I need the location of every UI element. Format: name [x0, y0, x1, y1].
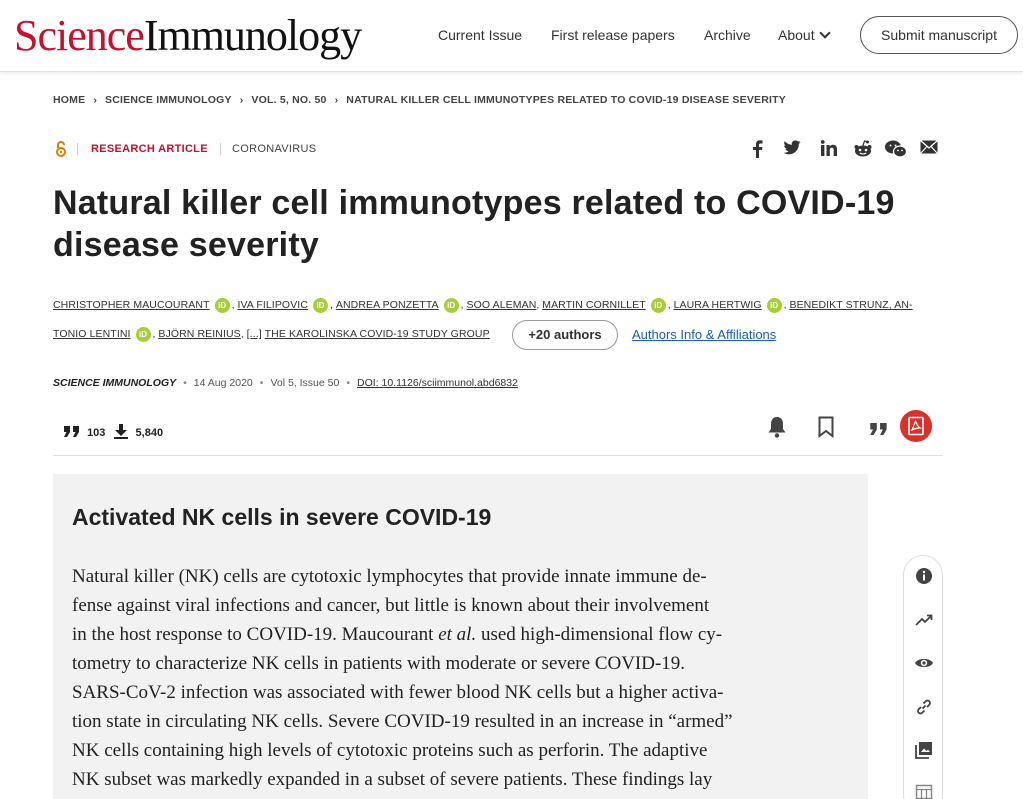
- orcid-icon[interactable]: iD: [766, 297, 782, 313]
- author-link[interactable]: CHRISTOPHER MAUCOURANT: [53, 299, 210, 311]
- downloads-count: 5,840: [135, 426, 164, 439]
- chevron-right-icon: ›: [334, 94, 339, 106]
- summary-line: in the host response to COVID-19. Maucou…: [72, 620, 857, 649]
- orcid-icon[interactable]: iD: [135, 326, 151, 342]
- editor-summary: Activated NK cells in severe COVID-19 Na…: [53, 474, 868, 799]
- email-icon[interactable]: [920, 140, 938, 154]
- chevron-right-icon: ›: [239, 94, 244, 106]
- summary-body: Natural killer (NK) cells are cytotoxic …: [72, 562, 857, 794]
- twitter-icon[interactable]: [783, 140, 801, 156]
- logo-immunology: Immunology: [143, 11, 362, 60]
- figures-icon[interactable]: [914, 740, 934, 760]
- breadcrumb-article: NATURAL KILLER CELL IMMUNOTYPES RELATED …: [346, 94, 786, 106]
- author-link[interactable]: TONIO LENTINI: [53, 328, 131, 340]
- volume-issue[interactable]: Vol 5, Issue 50: [270, 377, 339, 389]
- breadcrumb-home[interactable]: HOME: [53, 94, 85, 106]
- summary-text: used high-dimensional flow cy-: [476, 624, 723, 645]
- pub-date: 14 Aug 2020: [193, 377, 253, 389]
- table-icon[interactable]: [914, 782, 934, 799]
- open-access-icon: [55, 141, 67, 160]
- bookmark-icon[interactable]: [818, 416, 834, 443]
- nav-current-issue[interactable]: Current Issue: [438, 27, 522, 43]
- chevron-down-icon: [818, 27, 831, 39]
- author-link[interactable]: THE KAROLINSKA COVID-19 STUDY GROUP: [265, 328, 490, 340]
- nav-first-release[interactable]: First release papers: [551, 27, 675, 43]
- summary-line: NK subset was markedly expanded in a sub…: [72, 769, 713, 790]
- author-link[interactable]: BENEDIKT STRUNZ, AN-: [789, 299, 912, 311]
- separator-dot: •: [183, 377, 187, 389]
- summary-line: fense against viral infections and cance…: [72, 595, 710, 616]
- eye-icon[interactable]: [914, 653, 934, 673]
- author-link[interactable]: ANDREA PONZETTA: [336, 299, 439, 311]
- article-metrics: 103 5,840: [64, 424, 163, 442]
- summary-line: SARS-CoV-2 infection was associated with…: [72, 682, 724, 703]
- bell-icon[interactable]: [767, 416, 787, 443]
- journal-name[interactable]: SCIENCE IMMUNOLOGY: [53, 377, 176, 389]
- citations-icon: [64, 426, 80, 440]
- separator-dot: •: [346, 377, 351, 389]
- summary-heading: Activated NK cells in severe COVID-19: [72, 504, 492, 530]
- side-tool-rail: [903, 555, 943, 799]
- orcid-icon[interactable]: iD: [443, 297, 459, 313]
- chevron-right-icon: ›: [93, 94, 98, 106]
- breadcrumb-issue[interactable]: VOL. 5, NO. 50: [251, 94, 326, 106]
- download-icon: [114, 424, 129, 442]
- link-icon[interactable]: [914, 697, 934, 717]
- summary-text: in the host response to COVID-19. Maucou…: [72, 624, 439, 645]
- orcid-icon[interactable]: iD: [650, 297, 666, 313]
- article-title-line1: Natural killer cell immunotypes related …: [53, 184, 895, 222]
- doi-link[interactable]: DOI: 10.1126/sciimmunol.abd6832: [357, 377, 518, 389]
- linkedin-icon[interactable]: [821, 140, 837, 156]
- author-link[interactable]: IVA FILIPOVIC: [237, 299, 308, 311]
- breadcrumb-journal[interactable]: SCIENCE IMMUNOLOGY: [105, 94, 232, 106]
- info-icon[interactable]: [914, 566, 934, 586]
- facebook-icon[interactable]: [751, 140, 763, 158]
- summary-text-italic: et al.: [438, 624, 477, 645]
- summary-line: tion state in circulating NK cells. Seve…: [72, 711, 733, 732]
- author-link[interactable]: BJÖRN REINIUS: [158, 328, 240, 340]
- citation-meta: SCIENCE IMMUNOLOGY • 14 Aug 2020 • Vol 5, Is…: [53, 377, 518, 389]
- reddit-icon[interactable]: [853, 140, 873, 158]
- summary-line: NK cells containing high levels of cytot…: [72, 740, 708, 761]
- cite-icon[interactable]: [870, 422, 888, 440]
- nav-about-label: About: [778, 27, 815, 43]
- affiliations-link[interactable]: Authors Info & Affiliations: [632, 327, 776, 342]
- more-authors-button[interactable]: +20 authors: [512, 320, 618, 350]
- author-link[interactable]: MARTIN CORNILLET: [542, 299, 646, 311]
- pdf-icon[interactable]: [899, 409, 933, 448]
- article-topic[interactable]: CORONAVIRUS: [232, 143, 316, 155]
- journal-logo[interactable]: ScienceImmunology: [14, 11, 362, 60]
- breadcrumb: HOME › SCIENCE IMMUNOLOGY › VOL. 5, NO. 50 › N…: [53, 94, 786, 106]
- separator-dot: •: [259, 377, 264, 389]
- article-title-line2: disease severity: [53, 226, 319, 264]
- site-header: ScienceImmunology Current Issue First re…: [0, 0, 1023, 72]
- divider: [220, 143, 221, 155]
- article-title: Natural killer cell immunotypes related …: [53, 182, 933, 266]
- logo-science: Science: [14, 11, 145, 60]
- nav-archive[interactable]: Archive: [704, 27, 751, 43]
- nav-about[interactable]: About: [778, 27, 831, 43]
- summary-line: Natural killer (NK) cells are cytotoxic …: [72, 566, 707, 587]
- section-divider: [53, 455, 943, 456]
- article-type[interactable]: RESEARCH ARTICLE: [91, 143, 208, 155]
- wechat-icon[interactable]: [885, 140, 907, 158]
- summary-line: tometry to characterize NK cells in pati…: [72, 653, 686, 674]
- trending-icon[interactable]: [914, 610, 934, 630]
- author-link[interactable]: SOO ALEMAN: [467, 299, 537, 311]
- orcid-icon[interactable]: iD: [313, 297, 328, 313]
- author-link[interactable]: LAURA HERTWIG: [674, 299, 762, 311]
- divider: [77, 143, 78, 155]
- submit-manuscript-button[interactable]: Submit manuscript: [860, 16, 1018, 54]
- orcid-icon[interactable]: iD: [214, 297, 230, 313]
- author-ellipsis[interactable]: [...]: [247, 328, 262, 340]
- citations-count: 103: [87, 426, 106, 439]
